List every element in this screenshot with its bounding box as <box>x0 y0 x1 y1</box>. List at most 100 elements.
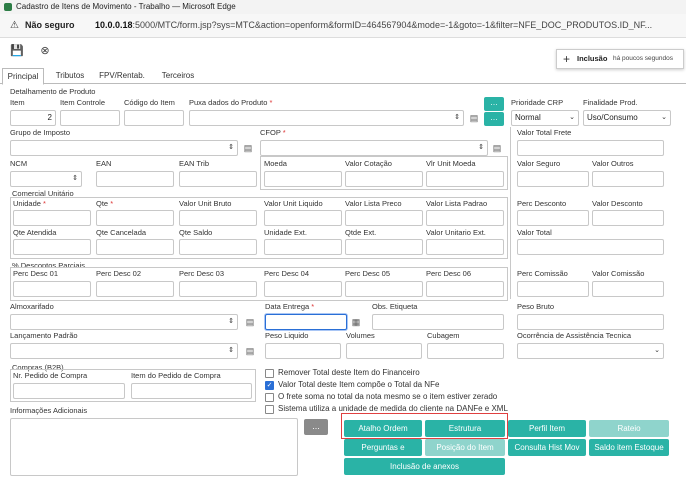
checkbox-frete-soma[interactable] <box>265 393 274 402</box>
list-icon[interactable]: ▤ <box>245 317 255 327</box>
grupo-imposto-select[interactable]: ⇕ <box>10 140 238 156</box>
tab-terceiros[interactable]: Terceiros <box>154 68 202 84</box>
qte-saldo-input[interactable] <box>179 239 257 255</box>
url-text[interactable]: 10.0.0.18:5000/MTC/form.jsp?sys=MTC&acti… <box>95 20 685 30</box>
puxa-dados-select[interactable]: ⇕ <box>189 110 464 126</box>
item-pedido-input[interactable] <box>131 383 252 399</box>
valor-lista-preco-input[interactable] <box>345 210 423 226</box>
qte-input[interactable] <box>96 210 174 226</box>
perguntas-button[interactable]: Perguntas e <box>344 439 422 456</box>
qtde-ext-input[interactable] <box>345 239 423 255</box>
puxa-dados-button-2[interactable]: … <box>484 112 504 126</box>
ean-input[interactable] <box>96 171 174 187</box>
data-entrega-input[interactable] <box>265 314 347 330</box>
item-controle-input[interactable] <box>60 110 120 126</box>
valor-unit-bruto-label: Valor Unit Bruto <box>179 199 232 208</box>
address-bar[interactable]: ⚠ Não seguro 10.0.0.18:5000/MTC/form.jsp… <box>0 14 686 38</box>
perc-desc-04-input[interactable] <box>264 281 342 297</box>
updown-icon: ⇕ <box>72 175 78 182</box>
moeda-input[interactable] <box>264 171 342 187</box>
posicao-item-button[interactable]: Posição do Item <box>425 439 505 456</box>
peso-bruto-input[interactable] <box>517 314 664 330</box>
valor-outros-input[interactable] <box>592 171 664 187</box>
finalidade-select[interactable]: Uso/Consumo ⌄ <box>583 110 671 126</box>
codigo-item-input[interactable] <box>124 110 184 126</box>
valor-lista-padrao-input[interactable] <box>426 210 504 226</box>
item-input[interactable]: 2 <box>10 110 56 126</box>
saldo-item-estoque-button[interactable]: Saldo item Estoque <box>589 439 669 456</box>
unidade-ext-input[interactable] <box>264 239 342 255</box>
valor-desconto-input[interactable] <box>592 210 664 226</box>
prioridade-select[interactable]: Normal ⌄ <box>511 110 579 126</box>
perc-desc-05-input[interactable] <box>345 281 423 297</box>
valor-unit-liquido-input[interactable] <box>264 210 342 226</box>
estrutura-button[interactable]: Estrutura <box>425 420 505 437</box>
perc-desc-03-input[interactable] <box>179 281 257 297</box>
list-icon[interactable]: ▤ <box>469 113 479 123</box>
qte-atendida-input[interactable] <box>13 239 91 255</box>
perc-comissao-input[interactable] <box>517 281 589 297</box>
list-icon[interactable]: ▤ <box>245 346 255 356</box>
perc-desc-06-label: Perc Desc 06 <box>426 269 472 278</box>
list-icon[interactable]: ▤ <box>243 143 253 153</box>
peso-liquido-input[interactable] <box>265 343 341 359</box>
puxa-dados-button-1[interactable]: … <box>484 97 504 111</box>
peso-liquido-label: Peso Liquido <box>265 331 309 340</box>
perc-desc-06-input[interactable] <box>426 281 504 297</box>
ocorrencia-select[interactable]: ⌄ <box>517 343 664 359</box>
updown-icon: ⇕ <box>454 114 460 121</box>
tab-fpv-rentab[interactable]: FPV/Rentab. <box>96 68 148 84</box>
volumes-input[interactable] <box>346 343 422 359</box>
inclusao-anexos-button[interactable]: Inclusão de anexos <box>344 458 505 475</box>
required-mark: * <box>269 98 273 107</box>
valor-comissao-input[interactable] <box>592 281 664 297</box>
chevron-down-icon: ⌄ <box>654 347 660 354</box>
atalho-ordem-button[interactable]: Atalho Ordem <box>344 420 422 437</box>
consulta-hist-mov-button[interactable]: Consulta Hist Mov <box>508 439 586 456</box>
lancamento-padrao-select[interactable]: ⇕ <box>10 343 238 359</box>
qte-cancelada-input[interactable] <box>96 239 174 255</box>
valor-seguro-input[interactable] <box>517 171 589 187</box>
prioridade-label: Prioridade CRP <box>511 98 564 107</box>
codigo-item-label: Código do Item <box>124 98 175 107</box>
lancamento-padrao-label: Lançamento Padrão <box>10 331 78 340</box>
obs-etiqueta-input[interactable] <box>372 314 504 330</box>
perc-desc-02-input[interactable] <box>96 281 174 297</box>
rateio-button[interactable]: Rateio <box>589 420 669 437</box>
tab-principal[interactable]: Principal <box>2 68 44 85</box>
checkbox-unidade-cliente[interactable] <box>265 405 274 414</box>
warning-icon[interactable]: ⚠ <box>10 20 19 31</box>
valor-unitario-ext-input[interactable] <box>426 239 504 255</box>
perc-desconto-input[interactable] <box>517 210 589 226</box>
almoxarifado-select[interactable]: ⇕ <box>10 314 238 330</box>
nr-pedido-input[interactable] <box>13 383 125 399</box>
perfil-item-button[interactable]: Perfil Item <box>508 420 586 437</box>
ncm-select[interactable]: ⇕ <box>10 171 82 187</box>
calendar-icon[interactable]: ▦ <box>351 317 361 327</box>
valor-total-input[interactable] <box>517 239 664 255</box>
list-icon[interactable]: ▤ <box>492 143 502 153</box>
ean-trib-input[interactable] <box>179 171 257 187</box>
valor-unit-bruto-input[interactable] <box>179 210 257 226</box>
perc-desc-01-input[interactable] <box>13 281 91 297</box>
valor-total-frete-input[interactable] <box>517 140 664 156</box>
data-entrega-text: Data Entrega <box>265 302 310 311</box>
tab-tributos[interactable]: Tributos <box>48 68 92 84</box>
checkbox-valor-total[interactable]: ✓ <box>265 381 274 390</box>
cfop-label: CFOP * <box>260 128 286 137</box>
checkbox-label: Remover Total deste Item do Financeiro <box>278 368 420 377</box>
nr-pedido-label: Nr. Pedido de Compra <box>13 371 88 380</box>
cubagem-input[interactable] <box>427 343 504 359</box>
informacoes-textarea[interactable] <box>10 418 298 476</box>
more-button[interactable]: ... <box>304 419 328 435</box>
security-label[interactable]: Não seguro <box>25 20 75 30</box>
close-icon[interactable]: ⊗ <box>38 44 52 58</box>
save-icon[interactable]: 💾 <box>10 44 24 58</box>
valor-cotacao-input[interactable] <box>345 171 423 187</box>
checkbox-remover-financeiro[interactable] <box>265 369 274 378</box>
cfop-select[interactable]: ⇕ <box>260 140 488 156</box>
vlr-unit-moeda-input[interactable] <box>426 171 504 187</box>
perc-comissao-label: Perc Comissão <box>517 269 568 278</box>
ocorrencia-label: Ocorrência de Assistência Tecnica <box>517 331 632 340</box>
unidade-input[interactable] <box>13 210 91 226</box>
